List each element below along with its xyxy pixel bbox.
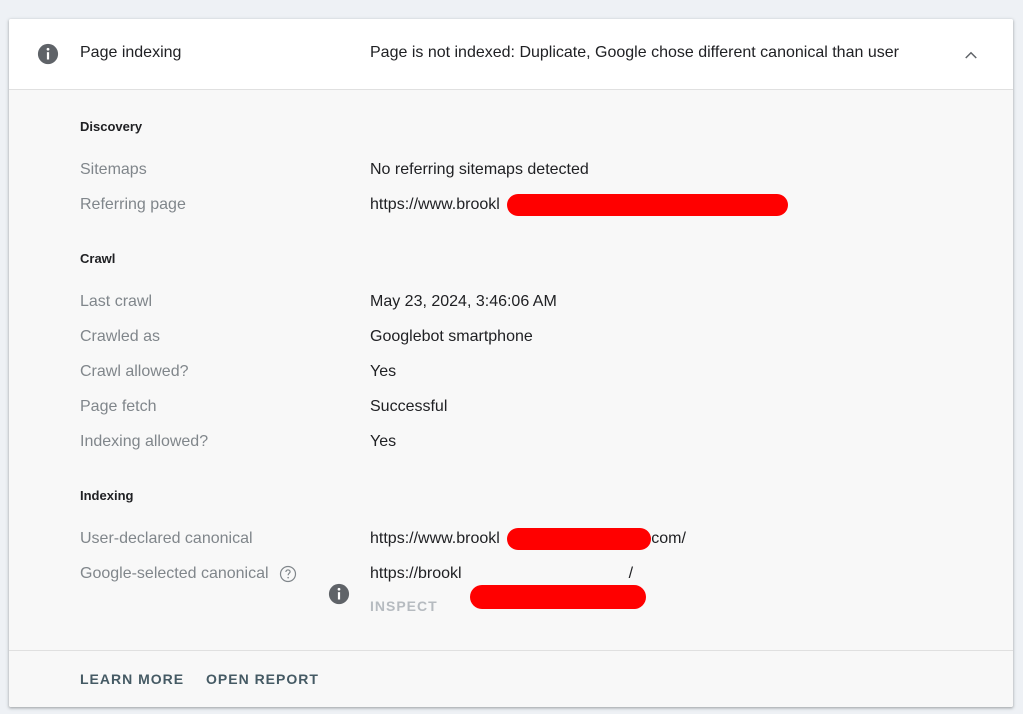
redaction-mark	[507, 194, 788, 216]
row-label-crawled-as: Crawled as	[80, 328, 161, 345]
row-value-google-selected-canonical: https://brookl /	[370, 565, 633, 583]
section-title-indexing: Indexing	[80, 488, 134, 503]
info-icon	[37, 43, 59, 65]
row-value-indexing-allowed: Yes	[370, 433, 397, 450]
learn-more-button[interactable]: LEARN MORE	[80, 671, 184, 687]
google-canonical-url-prefix: https://brookl	[370, 565, 462, 582]
page-indexing-title: Page indexing	[80, 44, 182, 61]
help-circle-icon[interactable]	[279, 565, 297, 583]
row-label-referring-page: Referring page	[80, 196, 186, 213]
redaction-mark	[470, 585, 646, 609]
row-value-crawl-allowed: Yes	[370, 363, 397, 380]
redaction-mark	[507, 528, 651, 550]
row-label-last-crawl: Last crawl	[80, 293, 153, 310]
google-canonical-url-suffix: /	[628, 565, 634, 582]
canonical-url-prefix: https://www.brookl	[370, 530, 500, 547]
chevron-up-icon[interactable]	[962, 46, 980, 64]
page-indexing-card: Page indexing Page is not indexed: Dupli…	[9, 19, 1013, 707]
inspect-link[interactable]: INSPECT	[370, 598, 438, 614]
canonical-url-suffix: .com/	[646, 530, 686, 547]
row-value-last-crawl: May 23, 2024, 3:46:06 AM	[370, 293, 557, 310]
row-label-page-fetch: Page fetch	[80, 398, 157, 415]
open-report-button[interactable]: OPEN REPORT	[206, 671, 319, 687]
row-label-sitemaps: Sitemaps	[80, 161, 147, 178]
section-title-crawl: Crawl	[80, 251, 116, 266]
card-footer: LEARN MORE OPEN REPORT	[9, 650, 1013, 707]
row-value-page-fetch: Successful	[370, 398, 448, 415]
row-label-crawl-allowed: Crawl allowed?	[80, 363, 189, 380]
section-title-discovery: Discovery	[80, 119, 143, 134]
card-body: Discovery Sitemaps No referring sitemaps…	[9, 90, 1013, 650]
info-icon[interactable]	[328, 583, 350, 605]
row-label-google-selected-canonical: Google-selected canonical	[80, 565, 269, 582]
row-label-indexing-allowed: Indexing allowed?	[80, 433, 209, 450]
indexing-status: Page is not indexed: Duplicate, Google c…	[370, 44, 899, 61]
row-label-user-declared-canonical: User-declared canonical	[80, 530, 253, 547]
row-value-crawled-as: Googlebot smartphone	[370, 328, 533, 345]
row-value-referring-page: https://www.brookl	[370, 196, 500, 213]
card-header[interactable]: Page indexing Page is not indexed: Dupli…	[9, 19, 1013, 90]
row-value-sitemaps: No referring sitemaps detected	[370, 161, 589, 178]
